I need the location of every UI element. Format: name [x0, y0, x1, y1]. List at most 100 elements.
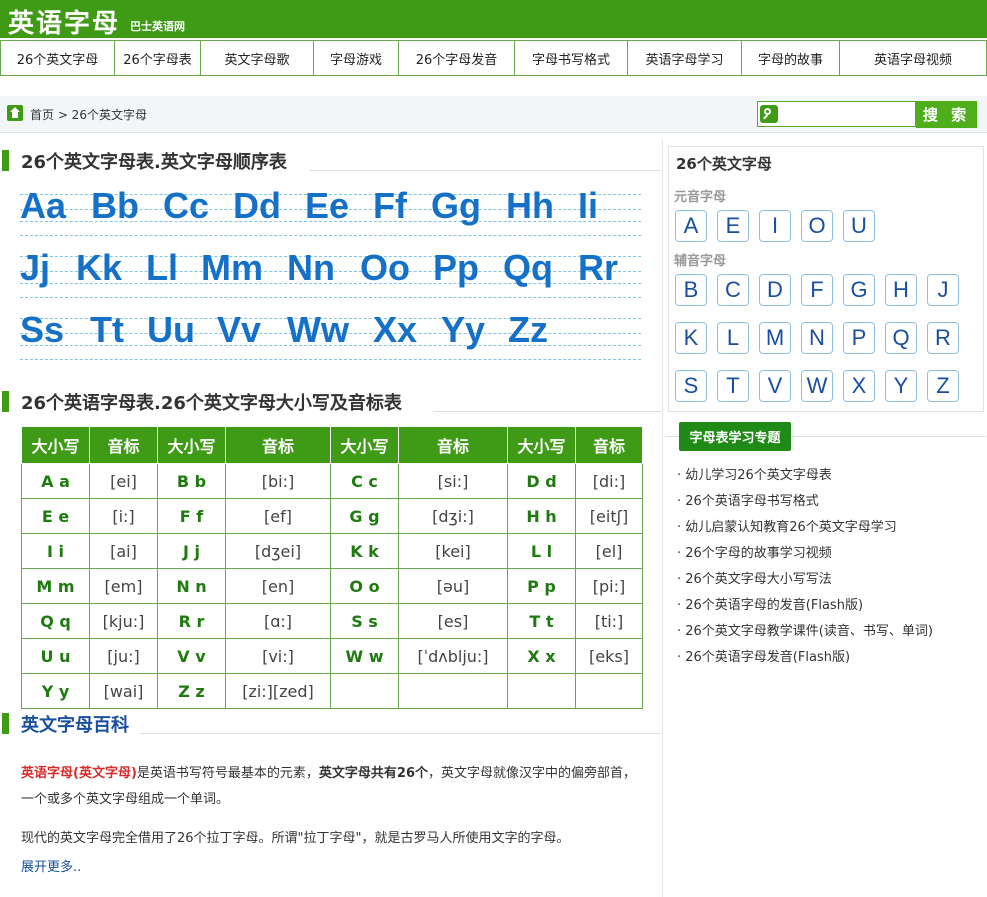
- phonetic-cell: [ei]: [89, 463, 158, 499]
- letter-button[interactable]: D: [759, 274, 791, 306]
- letter-button[interactable]: K: [675, 322, 707, 354]
- search-button[interactable]: 搜 索: [916, 101, 977, 128]
- alphabet-pair: Ww: [287, 309, 349, 350]
- site-logo[interactable]: 英语字母: [8, 3, 120, 40]
- phonetic-cell: [ju:]: [89, 638, 158, 674]
- sidebar-link[interactable]: · 26个字母的故事学习视频: [677, 542, 832, 561]
- home-icon[interactable]: [7, 105, 23, 121]
- table-header: 音标: [575, 426, 643, 464]
- alphabet-pair: Oo: [360, 247, 410, 288]
- phonetic-cell: [es]: [398, 603, 508, 639]
- search-input[interactable]: [757, 101, 916, 127]
- letter-cell: A a: [21, 463, 90, 499]
- letter-cell: P p: [507, 568, 576, 604]
- letter-cell: B b: [157, 463, 226, 499]
- alphabet-pair: Zz: [508, 309, 548, 350]
- site-logo-sub: 巴士英语网: [130, 20, 185, 33]
- nav-item-6[interactable]: 英语字母学习: [628, 40, 742, 76]
- sidebar-link[interactable]: · 26个英文字母教学课件(读音、书写、单词): [677, 620, 933, 639]
- phonetic-cell: [bi:]: [225, 463, 331, 499]
- phonetic-cell: [eitʃ]: [575, 498, 643, 534]
- letter-cell: O o: [330, 568, 399, 604]
- phonetic-cell: [eks]: [575, 638, 643, 674]
- search-icon: [760, 105, 778, 123]
- sidebar-link[interactable]: · 幼儿学习26个英文字母表: [677, 464, 832, 483]
- nav-item-2[interactable]: 英文字母歌: [201, 40, 314, 76]
- phonetic-cell: [i:]: [89, 498, 158, 534]
- nav-item-7[interactable]: 字母的故事: [742, 40, 840, 76]
- phonetic-cell: [el]: [575, 533, 643, 569]
- table-row: I i [ai] J j [dʒei] K k [kei] L l [el]: [21, 533, 643, 569]
- letter-button[interactable]: B: [675, 274, 707, 306]
- sidebar-link[interactable]: · 26个英文字母大小写写法: [677, 568, 832, 587]
- letter-cell: J j: [157, 533, 226, 569]
- table-header: 大小写: [507, 426, 576, 464]
- phonetic-cell: [pi:]: [575, 568, 643, 604]
- nav-item-8[interactable]: 英语字母视频: [840, 40, 987, 76]
- alphabet-pair: Tt: [90, 309, 124, 350]
- table-header: 音标: [225, 426, 331, 464]
- letter-button[interactable]: C: [717, 274, 749, 306]
- alphabet-pair: Yy: [441, 309, 486, 350]
- letter-button[interactable]: O: [801, 210, 833, 242]
- letter-button[interactable]: M: [759, 322, 791, 354]
- letter-button[interactable]: T: [717, 370, 749, 402]
- letter-button[interactable]: E: [717, 210, 749, 242]
- nav-item-1[interactable]: 26个字母表: [115, 40, 201, 76]
- letter-cell: X x: [507, 638, 576, 674]
- letter-button[interactable]: F: [801, 274, 833, 306]
- vowel-label: 元音字母: [674, 190, 727, 205]
- letter-cell: Z z: [157, 673, 226, 709]
- nav-item-0[interactable]: 26个英文字母: [0, 40, 115, 76]
- table-header: 音标: [398, 426, 508, 464]
- letter-button[interactable]: V: [759, 370, 791, 402]
- alphabet-pair: Gg: [431, 185, 481, 226]
- expand-more-link[interactable]: 展开更多..: [21, 856, 81, 875]
- nav-item-3[interactable]: 字母游戏: [314, 40, 399, 76]
- sidebar-link[interactable]: · 幼儿启蒙认知教育26个英文字母学习: [677, 516, 897, 535]
- letter-button[interactable]: Q: [885, 322, 917, 354]
- latin-paragraph: 现代的英文字母完全借用了26个拉丁字母。所谓"拉丁字母"，就是古罗马人所使用文字…: [21, 831, 570, 846]
- letter-button[interactable]: Z: [927, 370, 959, 402]
- alphabet-pair: Ff: [373, 185, 407, 226]
- alphabet-pair: Vv: [217, 309, 262, 350]
- letter-button[interactable]: X: [843, 370, 875, 402]
- letter-button[interactable]: Y: [885, 370, 917, 402]
- phonetic-cell: [zi:][zed]: [225, 673, 331, 709]
- phonetic-cell: [wai]: [89, 673, 158, 709]
- phonetic-cell: [ai]: [89, 533, 158, 569]
- letter-button[interactable]: A: [675, 210, 707, 242]
- letter-button[interactable]: I: [759, 210, 791, 242]
- table-row: U u [ju:] V v [vi:] W w [ˈdʌblju:] X x [eks]: [21, 638, 643, 674]
- table-row: E e [i:] F f [ef] G g [dʒi:] H h [eitʃ]: [21, 498, 643, 534]
- phonetic-cell: [kei]: [398, 533, 508, 569]
- sidebar-link[interactable]: · 26个英语字母的发音(Flash版): [677, 594, 863, 613]
- letter-button[interactable]: S: [675, 370, 707, 402]
- table-row: Y y [wai] Z z [zi:][zed]: [21, 673, 643, 709]
- letter-cell: I i: [21, 533, 90, 569]
- letter-button[interactable]: P: [843, 322, 875, 354]
- breadcrumb[interactable]: 首页 > 26个英文字母: [30, 106, 147, 123]
- phonetic-cell: [si:]: [398, 463, 508, 499]
- letter-button[interactable]: H: [885, 274, 917, 306]
- main-nav: 26个英文字母 26个字母表 英文字母歌 字母游戏 26个字母发音 字母书写格式 英语字母学…: [0, 40, 987, 78]
- sidebar-link[interactable]: · 26个英语字母发音(Flash版): [677, 646, 850, 665]
- letter-button[interactable]: G: [843, 274, 875, 306]
- letter-button[interactable]: N: [801, 322, 833, 354]
- letter-button[interactable]: J: [927, 274, 959, 306]
- letter-button[interactable]: R: [927, 322, 959, 354]
- letter-button[interactable]: L: [717, 322, 749, 354]
- table-row: A a [ei] B b [bi:] C c [si:] D d [di:]: [21, 463, 643, 499]
- alphabet-row: Jj Kk Ll Mm Nn Oo Pp Qq Rr: [20, 247, 641, 315]
- phonetic-cell: [398, 673, 508, 709]
- letter-button[interactable]: U: [843, 210, 875, 242]
- letter-button[interactable]: W: [801, 370, 833, 402]
- nav-item-4[interactable]: 26个字母发音: [399, 40, 515, 76]
- letter-cell: Y y: [21, 673, 90, 709]
- sidebar-link[interactable]: · 26个英语字母书写格式: [677, 490, 819, 509]
- alphabet-pair: Kk: [76, 247, 123, 288]
- alphabet-pair: Pp: [433, 247, 480, 288]
- nav-item-5[interactable]: 字母书写格式: [515, 40, 628, 76]
- alphabet-pair: Ii: [578, 185, 599, 226]
- letter-cell: T t: [507, 603, 576, 639]
